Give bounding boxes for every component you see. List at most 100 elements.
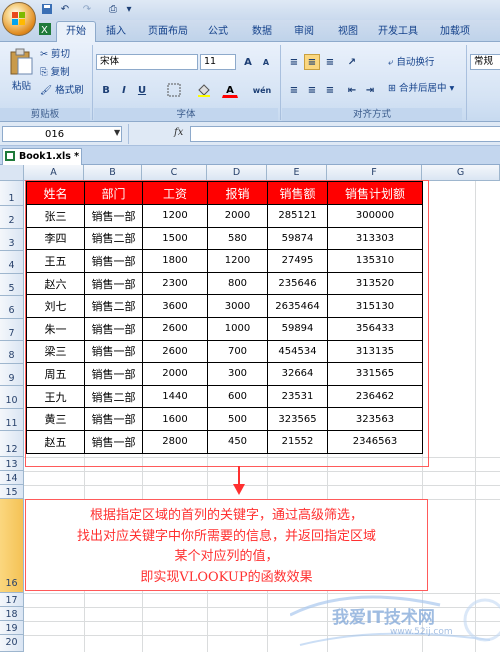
grow-font-button[interactable]: A bbox=[240, 54, 256, 70]
table-cell[interactable]: 销售二部 bbox=[84, 294, 143, 318]
name-box[interactable]: 016 bbox=[2, 126, 122, 142]
table-cell[interactable]: 王五 bbox=[26, 249, 85, 273]
table-cell[interactable]: 销售二部 bbox=[84, 226, 143, 251]
tab-data[interactable]: 数据 bbox=[244, 22, 280, 42]
row-header-1[interactable]: 1 bbox=[0, 181, 24, 206]
table-cell[interactable]: 500 bbox=[207, 407, 268, 431]
table-cell[interactable]: 朱一 bbox=[26, 316, 85, 341]
table-cell[interactable]: 销售一部 bbox=[84, 339, 143, 364]
table-cell[interactable]: 2000 bbox=[142, 362, 208, 386]
row-header-13[interactable]: 13 bbox=[0, 457, 24, 471]
underline-button[interactable]: U bbox=[134, 82, 150, 98]
table-cell[interactable]: 313520 bbox=[327, 271, 423, 296]
tab-review[interactable]: 审阅 bbox=[286, 22, 322, 42]
row-header-17[interactable]: 17 bbox=[0, 593, 24, 607]
table-cell[interactable]: 3600 bbox=[142, 294, 208, 318]
table-cell[interactable]: 销售二部 bbox=[84, 384, 143, 409]
table-cell[interactable]: 销售一部 bbox=[84, 316, 143, 341]
table-cell[interactable]: 销售一部 bbox=[84, 407, 143, 431]
table-cell[interactable]: 李四 bbox=[26, 226, 85, 251]
table-cell[interactable]: 2000 bbox=[207, 204, 268, 228]
table-cell[interactable]: 300000 bbox=[327, 204, 423, 228]
table-cell[interactable]: 销售一部 bbox=[84, 249, 143, 273]
table-cell[interactable]: 王九 bbox=[26, 384, 85, 409]
merge-center-button[interactable]: ⊞ 合并后居中 ▾ bbox=[388, 82, 454, 96]
row-header-20[interactable]: 20 bbox=[0, 635, 24, 652]
table-cell[interactable]: 1500 bbox=[142, 226, 208, 251]
table-cell[interactable]: 刘七 bbox=[26, 294, 85, 318]
column-header-e[interactable]: E bbox=[267, 165, 327, 181]
table-cell[interactable]: 454534 bbox=[267, 339, 328, 364]
chevron-down-icon[interactable]: ▼ bbox=[114, 128, 120, 137]
column-header-b[interactable]: B bbox=[84, 165, 142, 181]
align-middle-icon[interactable]: ≡ bbox=[304, 54, 320, 70]
number-format-box[interactable]: 常规 bbox=[470, 54, 500, 70]
table-cell[interactable]: 285121 bbox=[267, 204, 328, 228]
row-header-6[interactable]: 6 bbox=[0, 296, 24, 319]
column-header-a[interactable]: A bbox=[24, 165, 84, 181]
row-header-19[interactable]: 19 bbox=[0, 621, 24, 635]
table-cell[interactable]: 周五 bbox=[26, 362, 85, 386]
table-cell[interactable]: 2300 bbox=[142, 271, 208, 296]
table-cell[interactable]: 销售一部 bbox=[84, 429, 143, 454]
table-cell[interactable]: 21552 bbox=[267, 429, 328, 454]
chevron-down-icon[interactable]: ▾ bbox=[122, 3, 136, 16]
column-header-c[interactable]: C bbox=[142, 165, 207, 181]
table-cell[interactable]: 323563 bbox=[327, 407, 423, 431]
header-sales[interactable]: 销售额 bbox=[267, 181, 328, 205]
table-cell[interactable]: 331565 bbox=[327, 362, 423, 386]
table-cell[interactable]: 2635464 bbox=[267, 294, 328, 318]
table-cell[interactable]: 32664 bbox=[267, 362, 328, 386]
header-department[interactable]: 部门 bbox=[84, 181, 143, 205]
tab-formulas[interactable]: 公式 bbox=[200, 22, 236, 42]
format-painter-button[interactable]: 🖌 格式刷 bbox=[40, 84, 84, 98]
tab-page-layout[interactable]: 页面布局 bbox=[140, 22, 196, 42]
formula-input[interactable] bbox=[190, 126, 500, 142]
table-cell[interactable]: 356433 bbox=[327, 316, 423, 341]
tab-addins[interactable]: 加载项 bbox=[432, 22, 478, 42]
row-header-7[interactable]: 7 bbox=[0, 318, 24, 341]
table-cell[interactable]: 销售一部 bbox=[84, 362, 143, 386]
paste-button[interactable]: 粘贴 bbox=[12, 80, 31, 94]
table-cell[interactable]: 销售一部 bbox=[84, 271, 143, 296]
table-cell[interactable]: 313135 bbox=[327, 339, 423, 364]
table-cell[interactable]: 27495 bbox=[267, 249, 328, 273]
header-salary[interactable]: 工资 bbox=[142, 181, 208, 205]
row-header-8[interactable]: 8 bbox=[0, 341, 24, 364]
table-cell[interactable]: 600 bbox=[207, 384, 268, 409]
row-header-12[interactable]: 12 bbox=[0, 431, 24, 457]
table-cell[interactable]: 315130 bbox=[327, 294, 423, 318]
header-reimbursement[interactable]: 报销 bbox=[207, 181, 268, 205]
row-header-11[interactable]: 11 bbox=[0, 408, 24, 431]
table-cell[interactable]: 黄三 bbox=[26, 407, 85, 431]
row-header-4[interactable]: 4 bbox=[0, 251, 24, 274]
row-header-10[interactable]: 10 bbox=[0, 386, 24, 409]
column-header-g[interactable]: G bbox=[422, 165, 500, 181]
cut-button[interactable]: ✂ 剪切 bbox=[40, 48, 70, 62]
table-cell[interactable]: 1200 bbox=[142, 204, 208, 228]
font-name-box[interactable]: 宋体 bbox=[96, 54, 198, 70]
table-cell[interactable]: 1600 bbox=[142, 407, 208, 431]
table-cell[interactable]: 323565 bbox=[267, 407, 328, 431]
row-header-5[interactable]: 5 bbox=[0, 273, 24, 296]
table-cell[interactable]: 1200 bbox=[207, 249, 268, 273]
table-cell[interactable]: 3000 bbox=[207, 294, 268, 318]
font-size-box[interactable]: 11 bbox=[200, 54, 236, 70]
align-bottom-icon[interactable]: ≡ bbox=[322, 54, 338, 70]
decrease-indent-icon[interactable]: ⇤ bbox=[344, 82, 360, 98]
table-cell[interactable]: 580 bbox=[207, 226, 268, 251]
table-cell[interactable]: 236462 bbox=[327, 384, 423, 409]
tab-insert[interactable]: 插入 bbox=[98, 22, 134, 42]
table-cell[interactable]: 1800 bbox=[142, 249, 208, 273]
insert-function-button[interactable]: fx bbox=[174, 127, 183, 138]
table-cell[interactable]: 800 bbox=[207, 271, 268, 296]
table-cell[interactable]: 300 bbox=[207, 362, 268, 386]
table-cell[interactable]: 2600 bbox=[142, 316, 208, 341]
copy-button[interactable]: ⎘ 复制 bbox=[40, 66, 70, 80]
row-header-18[interactable]: 18 bbox=[0, 607, 24, 621]
table-cell[interactable]: 赵五 bbox=[26, 429, 85, 454]
office-button[interactable] bbox=[2, 2, 36, 36]
table-cell[interactable]: 2600 bbox=[142, 339, 208, 364]
increase-indent-icon[interactable]: ⇥ bbox=[362, 82, 378, 98]
table-cell[interactable]: 23531 bbox=[267, 384, 328, 409]
